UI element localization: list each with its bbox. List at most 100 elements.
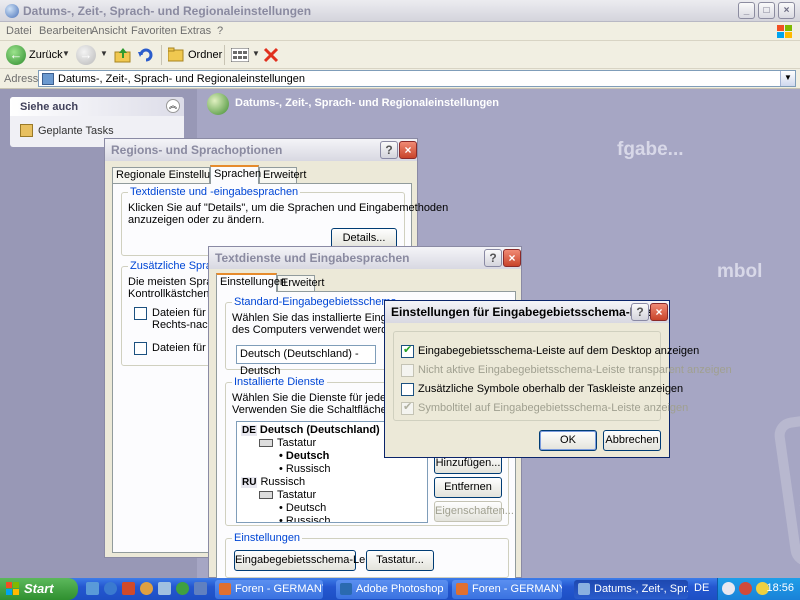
group-label: Textdienste und -eingabesprachen (128, 186, 301, 198)
show-text-labels-checkbox[interactable] (401, 400, 414, 415)
view-options-icon[interactable] (231, 48, 249, 62)
checkbox-label: Nicht aktive Eingabegebietsschema-Leiste… (418, 364, 732, 376)
help-button[interactable]: ? (484, 249, 502, 267)
tree-item-label: Russisch (260, 476, 306, 488)
taskbar-item-forum[interactable]: Foren - GERMANY.R... (452, 580, 562, 599)
default-language-select[interactable]: Deutsch (Deutschland) - Deutsch (236, 345, 376, 377)
tree-item-german-language[interactable]: DE Deutsch (Deutschland) (241, 424, 380, 436)
tree-item-layout[interactable]: • Russisch (279, 515, 331, 523)
properties-button[interactable]: Eigenschaften... (434, 501, 514, 522)
language-indicator[interactable]: DE (694, 582, 709, 594)
language-bar-options-group: Eingabegebietsschema-Leiste auf dem Desk… (393, 331, 732, 421)
app-quicklaunch-icon[interactable] (194, 582, 207, 595)
minimize-button[interactable]: _ (738, 2, 755, 19)
close-dialog-button[interactable]: × (399, 141, 417, 159)
menu-bearbeiten[interactable]: Bearbeiten (39, 25, 92, 37)
taskbar-item-label: Adobe Photoshop (356, 583, 444, 595)
close-window-button[interactable]: × (778, 2, 795, 19)
tree-item-keyboard[interactable]: Tastatur (259, 489, 316, 501)
taskbar-item-control-panel[interactable]: Datums-, Zeit-, Spr... (574, 580, 688, 599)
address-bar: Adresse Datums-, Zeit-, Sprach- und Regi… (0, 69, 800, 89)
toolbar-separator (161, 45, 162, 65)
tree-item-label: Russisch (285, 463, 331, 475)
delete-icon[interactable] (262, 46, 280, 64)
back-button-label[interactable]: Zurück (29, 49, 63, 61)
address-field[interactable]: Datums-, Zeit-, Sprach- und Regionaleins… (38, 70, 796, 87)
media-quicklaunch-icon[interactable] (122, 582, 135, 595)
explorer-quicklaunch-icon[interactable] (158, 582, 171, 595)
tab-advanced[interactable]: Erweitert (259, 167, 306, 184)
address-dropdown-icon[interactable]: ▼ (780, 71, 795, 86)
browser-quicklaunch-icon[interactable] (140, 582, 153, 595)
maximize-button[interactable]: □ (758, 2, 775, 19)
tree-item-russian-language[interactable]: RU Russisch (241, 476, 305, 488)
desktop-quicklaunch-icon[interactable] (86, 582, 99, 595)
transparent-langbar-checkbox[interactable] (401, 364, 414, 377)
additional-icons-checkbox[interactable] (401, 383, 414, 396)
cancel-button[interactable]: Abbrechen (603, 430, 661, 451)
language-bar-button[interactable]: Eingabegebietsschema-Leiste... (234, 550, 392, 571)
tray-expand-icon[interactable] (722, 582, 735, 595)
folders-button-label[interactable]: Ordner (188, 49, 222, 61)
windows-logo-icon (777, 25, 792, 38)
see-also-link-scheduled-tasks[interactable]: Geplante Tasks (38, 125, 114, 137)
remove-button[interactable]: Entfernen (434, 477, 502, 498)
tree-item-layout[interactable]: • Deutsch (279, 502, 326, 514)
keyboard-settings-button[interactable]: Tastatur... (366, 550, 434, 571)
windows-logo-icon (6, 582, 19, 595)
rtl-languages-checkbox[interactable] (134, 307, 147, 320)
tree-item-keyboard[interactable]: Tastatur (259, 437, 316, 449)
toolbar: ← Zurück ▼ → ▼ Ordner ▼ (0, 41, 800, 69)
browser-icon (456, 583, 468, 595)
back-dropdown-icon[interactable]: ▼ (62, 49, 70, 58)
dialog-title: Einstellungen für Eingabegebietsschema-L… (391, 305, 665, 319)
east-asian-languages-checkbox[interactable] (134, 342, 147, 355)
taskbar-item-photoshop[interactable]: Adobe Photoshop (336, 580, 448, 599)
folders-icon[interactable] (168, 47, 184, 62)
menu-datei[interactable]: Datei (6, 25, 32, 37)
show-langbar-checkbox[interactable] (401, 343, 414, 358)
view-dropdown-icon[interactable]: ▼ (252, 49, 260, 58)
tray-app-icon[interactable] (739, 582, 752, 595)
start-button[interactable]: Start (0, 578, 78, 600)
tree-item-label: Russisch (285, 515, 331, 523)
taskbar: Start Foren - GERMANY.R... Adobe Photosh… (0, 578, 800, 600)
menu-extras[interactable]: Extras (180, 25, 211, 37)
help-button[interactable]: ? (380, 141, 398, 159)
menu-help[interactable]: ? (217, 25, 223, 37)
tree-item-layout[interactable]: • Russisch (279, 463, 331, 475)
taskbar-item-forum[interactable]: Foren - GERMANY.R... (215, 580, 323, 599)
folder-up-icon[interactable] (114, 46, 132, 64)
tree-item-layout[interactable]: • Deutsch (279, 450, 329, 462)
start-label: Start (24, 581, 54, 596)
close-dialog-button[interactable]: × (503, 249, 521, 267)
preferences-group: Einstellungen Eingabegebietsschema-Leist… (225, 532, 509, 578)
tab-languages[interactable]: Sprachen (210, 165, 261, 184)
close-dialog-button[interactable]: × (650, 303, 668, 321)
window-titlebar[interactable]: Datums-, Zeit-, Sprach- und Regionaleins… (0, 0, 800, 22)
scheduled-tasks-icon (20, 124, 33, 137)
collapse-chevron-icon[interactable]: ︽ (166, 99, 180, 113)
description-text: anzuzeigen oder zu ändern. (128, 214, 265, 226)
tab-settings[interactable]: Einstellungen (216, 273, 286, 292)
app-quicklaunch-icon[interactable] (176, 582, 189, 595)
undo-icon[interactable] (137, 46, 155, 64)
back-arrow-icon[interactable]: ← (6, 45, 26, 65)
menu-favoriten[interactable]: Favoriten (131, 25, 177, 37)
tree-item-label: Deutsch (Deutschland) (259, 424, 380, 436)
forward-arrow-icon[interactable]: → (76, 45, 96, 65)
ok-button[interactable]: OK (539, 430, 597, 451)
see-also-header[interactable]: Siehe auch ︽ (10, 97, 184, 116)
tab-regional-settings[interactable]: Regionale Einstellungen (112, 167, 235, 184)
keyboard-icon (259, 491, 273, 500)
clock[interactable]: 18:56 (766, 582, 794, 594)
address-value: Datums-, Zeit-, Sprach- und Regionaleins… (58, 73, 306, 85)
dialog-titlebar[interactable]: Textdienste und Eingabesprachen ? × (209, 247, 521, 269)
menu-ansicht[interactable]: Ansicht (91, 25, 127, 37)
language-badge: DE (241, 425, 257, 436)
help-button[interactable]: ? (631, 303, 649, 321)
forward-dropdown-icon[interactable]: ▼ (100, 49, 108, 58)
dialog-titlebar[interactable]: Einstellungen für Eingabegebietsschema-L… (385, 301, 669, 323)
ie-quicklaunch-icon[interactable] (104, 582, 117, 595)
dialog-titlebar[interactable]: Regions- und Sprachoptionen ? × (105, 139, 417, 161)
